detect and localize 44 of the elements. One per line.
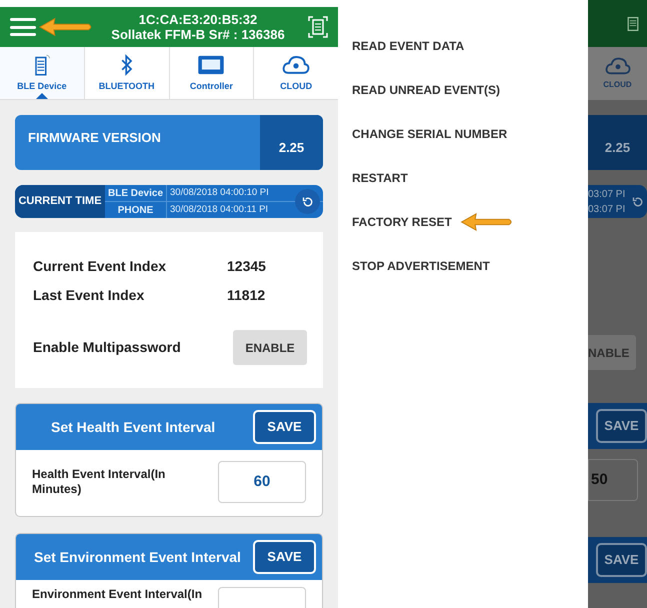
field-label: Health Event Interval(In Minutes): [32, 467, 166, 497]
menu-item[interactable]: READ EVENT DATA: [352, 37, 464, 55]
refresh-icon: [632, 196, 644, 208]
firmware-value: 2.25: [278, 138, 304, 157]
tab[interactable]: BLUETOOTH: [84, 47, 170, 99]
menu-item[interactable]: STOP ADVERTISEMENT: [352, 257, 490, 275]
device-address: 1C:CA:E3:20:B5:32: [138, 12, 258, 27]
scanner-icon[interactable]: [308, 16, 328, 38]
time-value: 30/08/2018 04:00:11 PI: [169, 203, 268, 217]
multipassword-label: Enable Multipassword: [33, 338, 181, 357]
input-field[interactable]: 60: [218, 461, 306, 503]
tab[interactable]: CLOUD: [254, 47, 338, 99]
interval-title: Set Health Event Interval: [50, 418, 216, 436]
time-source: BLE Device: [108, 186, 164, 200]
index-label: Last Event Index: [33, 286, 146, 305]
index-value: 12345: [227, 257, 266, 276]
firmware-value: 2.25: [604, 138, 630, 157]
interval-title: Set Environment Event Interval: [34, 548, 241, 566]
cloud-icon: [604, 56, 630, 76]
menu-icon[interactable]: [10, 18, 36, 36]
time-value: 30/08/2018 04:00:10 PI: [169, 186, 269, 200]
time-value: 03:07 PI: [588, 188, 626, 202]
device-icon: [32, 52, 51, 77]
menu-item[interactable]: CHANGE SERIAL NUMBER: [352, 125, 508, 143]
firmware-label: FIRMWARE VERSION: [27, 129, 162, 147]
save-button[interactable]: SAVE: [253, 540, 316, 574]
tab-label: CLOUD: [603, 79, 632, 91]
tab[interactable]: BLE Device: [0, 47, 85, 99]
menu-item[interactable]: RESTART: [352, 169, 408, 187]
refresh-icon[interactable]: [295, 189, 320, 214]
save-button[interactable]: SAVE: [253, 410, 316, 444]
time-source: PHONE: [118, 204, 154, 218]
menu-item[interactable]: FACTORY RESET: [352, 213, 452, 231]
device-name: Sollatek FFM-B Sr# : 136386: [111, 27, 285, 42]
current-time-label: CURRENT TIME: [18, 194, 102, 210]
enable-button[interactable]: ENABLE: [233, 330, 307, 365]
input-field: 50: [588, 459, 638, 501]
bluetooth-icon: [118, 52, 135, 77]
field-label: Environment Event Interval(In: [32, 587, 204, 602]
time-value: 03:07 PI: [588, 202, 626, 216]
tab[interactable]: Controller: [170, 47, 254, 99]
index-value: 11812: [227, 286, 266, 305]
index-label: Current Event Index: [33, 257, 168, 276]
menu-item[interactable]: READ UNREAD EVENT(S): [352, 81, 500, 99]
